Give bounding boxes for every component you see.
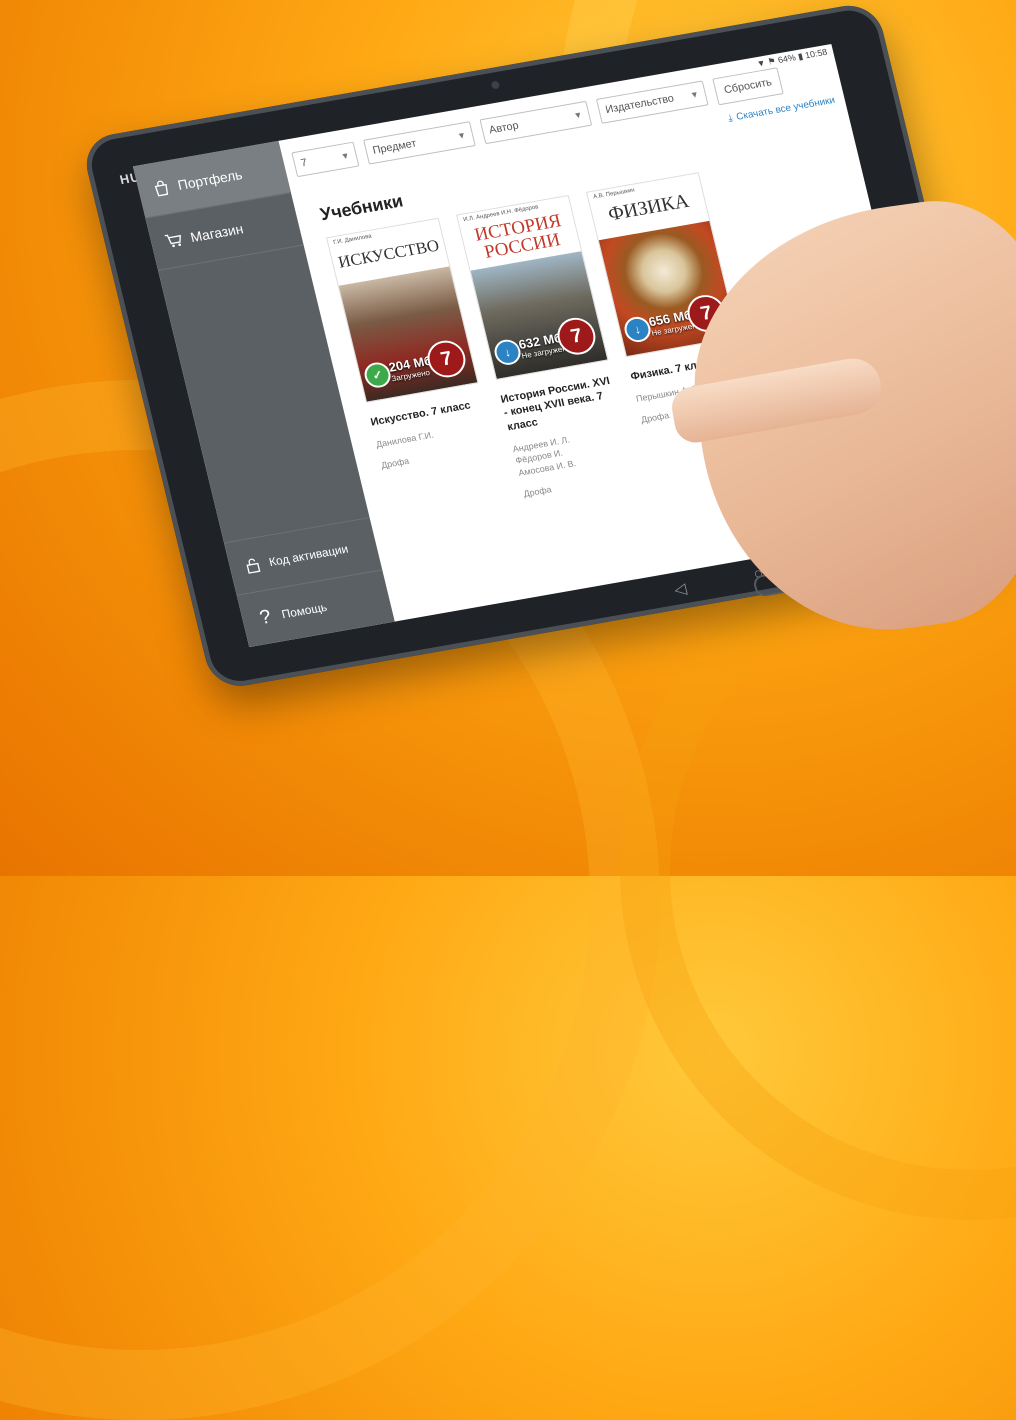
bag-icon — [154, 180, 169, 197]
sidebar-item-label: Магазин — [188, 220, 245, 246]
download-icon: ⤓ — [727, 112, 734, 125]
book-cover[interactable]: Г.И. Данилова ИСКУССТВО ✓ 204 Мб Загруже… — [326, 217, 479, 403]
grade-select[interactable]: 7 ▼ — [291, 141, 360, 178]
section-title: Учебники — [318, 190, 405, 225]
publisher-select-value: Издательство — [604, 92, 676, 116]
help-icon: ? — [257, 606, 274, 629]
chevron-down-icon: ▼ — [456, 129, 468, 142]
chevron-down-icon: ▼ — [572, 109, 584, 121]
grade-select-value: 7 — [299, 156, 309, 170]
lock-icon — [246, 558, 261, 574]
cart-icon — [164, 234, 182, 248]
cover-art — [338, 266, 478, 402]
subject-select-value: Предмет — [371, 137, 418, 157]
chevron-down-icon: ▼ — [688, 89, 700, 101]
sidebar-item-label: Портфель — [176, 166, 244, 193]
book-title[interactable]: История России. XVI - конец XVII века. 7… — [499, 374, 621, 434]
sidebar-item-label: Код активации — [267, 541, 350, 570]
publisher-select[interactable]: Издательство ▼ — [595, 80, 709, 124]
author-select-value: Автор — [487, 119, 520, 137]
chevron-down-icon: ▼ — [339, 150, 351, 162]
reset-button[interactable]: Сбросить — [712, 67, 784, 106]
sidebar-item-label: Помощь — [280, 600, 329, 622]
subject-select[interactable]: Предмет ▼ — [363, 121, 476, 165]
book-cover[interactable]: И.Л. Андреев И.Н. Фёдоров ИСТОРИЯ РОССИИ… — [456, 195, 609, 381]
cover-art — [470, 251, 608, 379]
author-select[interactable]: Автор ▼ — [479, 100, 593, 145]
book-authors: Андреев И. Л. Фёдоров И. Амосова И. В. — [511, 434, 577, 478]
